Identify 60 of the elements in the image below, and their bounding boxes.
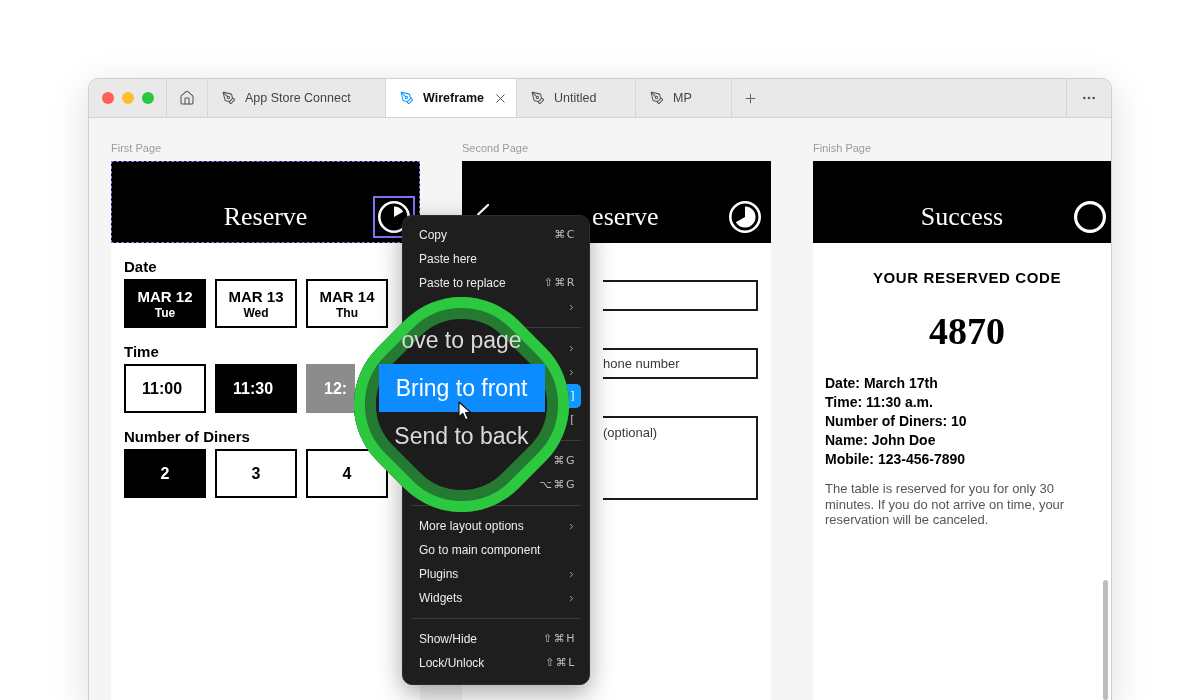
frame-label: First Page — [111, 142, 163, 155]
window-close-icon[interactable] — [102, 92, 114, 104]
pen-icon — [222, 91, 236, 105]
frame-title: Reserve — [223, 202, 308, 232]
scrollbar-thumb[interactable] — [1103, 580, 1108, 700]
input-field[interactable] — [603, 280, 758, 311]
frame-title: eserve — [591, 202, 659, 232]
section-title: Date — [124, 258, 158, 276]
shortcut-text: ⇧⌘H — [543, 630, 576, 647]
detail-line: Number of Diners: 10 — [825, 412, 968, 431]
time-option[interactable]: 11:30 — [215, 364, 297, 413]
zoomed-highlight-text: Bring to front — [378, 364, 545, 412]
text-area[interactable]: (optional) — [603, 416, 758, 500]
shortcut-text: ] — [570, 387, 576, 404]
input-field[interactable]: hone number — [603, 348, 758, 379]
tab[interactable]: Untitled — [517, 79, 636, 117]
shortcut-text: ⇧⌘R — [543, 274, 576, 291]
date-option[interactable]: MAR 12 Tue — [124, 279, 206, 328]
detail-line: Mobile: 123-456-7890 — [825, 450, 967, 469]
pen-icon — [531, 91, 545, 105]
menu-item[interactable]: Widgets — [411, 586, 581, 610]
zoomed-text: ove to page — [401, 328, 522, 352]
date-option[interactable]: MAR 13 Wed — [215, 279, 297, 328]
chevron-icon[interactable] — [477, 204, 489, 215]
shortcut-text: ⌘C — [554, 226, 576, 243]
frame-label: Finish Page — [813, 142, 873, 155]
shortcut-text: ⇧⌘L — [545, 654, 576, 671]
time-option[interactable]: 11:00 — [124, 364, 206, 413]
menu-item[interactable]: Paste here — [411, 247, 581, 271]
tab[interactable]: MP — [636, 79, 732, 117]
pen-icon — [650, 91, 664, 105]
shortcut-text: ⌘G — [553, 452, 576, 469]
code-title: YOUR RESERVED CODE — [872, 269, 1062, 287]
tab[interactable]: Wireframe — [386, 79, 517, 117]
detail-line: Date: March 17th — [825, 374, 939, 393]
detail-line: Time: 11:30 a.m. — [825, 393, 934, 412]
menu-item[interactable]: Lock/Unlock ⇧⌘L — [411, 651, 581, 675]
diner-count-option[interactable]: 2 — [124, 449, 206, 498]
shortcut-text: ⌥⌘G — [539, 476, 576, 493]
menu-item[interactable]: Show/Hide ⇧⌘H — [411, 627, 581, 651]
note-text: The table is reserved for you for only 30 minutes. If you do not arrive on time, your reservation will be canceled. — [825, 481, 1066, 528]
shortcut-text: [ — [570, 411, 576, 428]
menu-item[interactable]: Plugins — [411, 562, 581, 586]
reservation-code: 4870 — [929, 309, 1005, 353]
menu-item[interactable]: Paste to replace ⇧⌘R — [411, 271, 581, 295]
cursor-icon — [458, 401, 472, 421]
detail-line: Name: John Doe — [825, 431, 937, 450]
home-icon[interactable] — [179, 90, 195, 106]
date-option[interactable]: MAR 14 Thu — [306, 279, 388, 328]
pen-icon — [400, 91, 414, 105]
menu-item[interactable]: Go to main component — [411, 538, 581, 562]
frame-label: Second Page — [462, 142, 530, 155]
menu-item[interactable]: Copy ⌘C — [411, 223, 581, 247]
diner-count-option[interactable]: 4 — [306, 449, 388, 498]
frame-title: Success — [920, 202, 1004, 232]
plus-icon[interactable] — [742, 90, 758, 106]
diner-count-option[interactable]: 3 — [215, 449, 297, 498]
zoomed-text: Send to back — [394, 424, 529, 448]
menu-item[interactable]: More layout options — [411, 514, 581, 538]
section-title: Time — [124, 343, 160, 361]
